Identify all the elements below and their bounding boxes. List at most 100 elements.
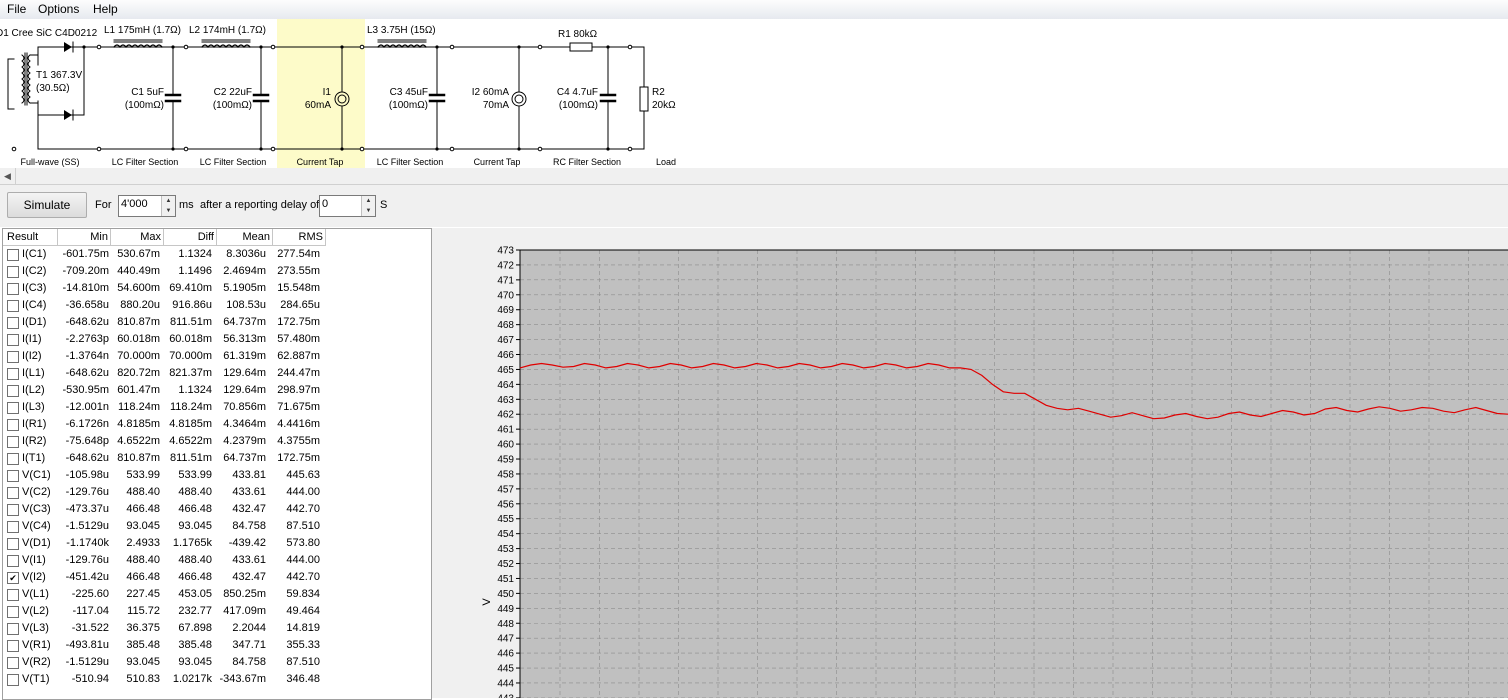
result-checkbox[interactable] — [7, 487, 19, 499]
spin-down-icon[interactable]: ▼ — [362, 206, 375, 216]
delay-stepper[interactable]: ▲ ▼ — [319, 195, 376, 217]
result-checkbox[interactable] — [7, 419, 19, 431]
resistor-r2-icon[interactable] — [639, 86, 649, 112]
result-checkbox[interactable] — [7, 300, 19, 312]
result-checkbox[interactable] — [7, 470, 19, 482]
capacitor-c3-icon[interactable] — [428, 46, 446, 150]
column-header-result[interactable]: Result — [3, 229, 58, 246]
result-diff: 488.40 — [178, 486, 212, 498]
simulate-button[interactable]: Simulate — [7, 192, 87, 218]
result-checkbox[interactable] — [7, 589, 19, 601]
result-checkbox[interactable] — [7, 606, 19, 618]
delay-input[interactable] — [322, 198, 359, 210]
y-tick-label: 456 — [497, 499, 514, 510]
table-row[interactable]: I(R1) -6.1726n 4.8185m 4.8185m 4.3464m 4.4416… — [3, 416, 431, 433]
column-header-diff[interactable]: Diff — [164, 229, 217, 246]
table-row[interactable]: I(L3) -12.001n 118.24m 118.24m 70.856m 71.675… — [3, 399, 431, 416]
result-checkbox[interactable] — [7, 504, 19, 516]
table-row[interactable]: V(C4) -1.5129u 93.045 93.045 84.758 87.510 — [3, 518, 431, 535]
table-row[interactable]: I(L1) -648.62u 820.72m 821.37m 129.64m 244.47… — [3, 365, 431, 382]
result-checkbox[interactable] — [7, 249, 19, 261]
result-min: -1.5129u — [65, 520, 109, 532]
table-row[interactable]: I(C4) -36.658u 880.20u 916.86u 108.53u 284.65… — [3, 297, 431, 314]
table-row[interactable]: V(L1) -225.60 227.45 453.05 850.25m 59.834 — [3, 586, 431, 603]
table-row[interactable]: V(D1) -1.1740k 2.4933 1.1765k -439.42 573.80 — [3, 535, 431, 552]
result-checkbox[interactable] — [7, 317, 19, 329]
resistor-r1-icon[interactable] — [569, 42, 593, 52]
table-row[interactable]: V(L3) -31.522 36.375 67.898 2.2044 14.819 — [3, 620, 431, 637]
menu-help[interactable]: Help — [93, 2, 118, 16]
horizontal-scrollbar[interactable]: ◀ — [0, 168, 1508, 185]
result-checkbox[interactable] — [7, 334, 19, 346]
result-rms: 4.4416m — [277, 418, 320, 430]
circuit-schematic[interactable]: D1 Cree SiC C4D0212 T1 367.3V (30.5Ω) L1… — [0, 19, 1508, 169]
result-checkbox[interactable] — [7, 351, 19, 363]
table-row[interactable]: V(C1) -105.98u 533.99 533.99 433.81 445.63 — [3, 467, 431, 484]
result-checkbox[interactable] — [7, 402, 19, 414]
column-header-mean[interactable]: Mean — [217, 229, 273, 246]
inductor-l2-icon[interactable] — [201, 39, 251, 49]
diode-d1-icon[interactable] — [64, 41, 74, 121]
result-checkbox[interactable] — [7, 657, 19, 669]
result-checkbox[interactable] — [7, 623, 19, 635]
section-label: LC Filter Section — [112, 157, 179, 167]
result-checkbox[interactable] — [7, 538, 19, 550]
table-row[interactable]: I(C1) -601.75m 530.67m 1.1324 8.3036u 277.54m — [3, 246, 431, 263]
duration-input[interactable] — [121, 198, 159, 210]
result-checkbox[interactable] — [7, 453, 19, 465]
section-label: LC Filter Section — [200, 157, 267, 167]
result-checkbox[interactable]: ✔ — [7, 572, 19, 584]
table-row[interactable]: I(T1) -648.62u 810.87m 811.51m 64.737m 172.75… — [3, 450, 431, 467]
table-row[interactable]: I(R2) -75.648p 4.6522m 4.6522m 4.2379m 4.3755… — [3, 433, 431, 450]
table-row[interactable]: I(I2) -1.3764n 70.000m 70.000m 61.319m 62.887… — [3, 348, 431, 365]
result-min: -530.95m — [62, 384, 109, 396]
menu-bar: File Options Help — [0, 0, 1508, 20]
menu-options[interactable]: Options — [38, 2, 79, 16]
table-row[interactable]: V(L2) -117.04 115.72 232.77 417.09m 49.464 — [3, 603, 431, 620]
result-checkbox[interactable] — [7, 521, 19, 533]
duration-spin-buttons[interactable]: ▲ ▼ — [161, 196, 175, 216]
result-checkbox[interactable] — [7, 385, 19, 397]
table-row[interactable]: V(C3) -473.37u 466.48 466.48 432.47 442.70 — [3, 501, 431, 518]
result-checkbox[interactable] — [7, 640, 19, 652]
y-tick-label: 470 — [497, 290, 514, 301]
current-source-i2-icon[interactable] — [511, 46, 527, 150]
r2-label: R2 — [652, 87, 665, 98]
result-mean: 84.758 — [232, 520, 266, 532]
capacitor-c1-icon[interactable] — [164, 46, 182, 150]
result-checkbox[interactable] — [7, 555, 19, 567]
table-row[interactable]: V(R1) -493.81u 385.48 385.48 347.71 355.33 — [3, 637, 431, 654]
result-name: I(R2) — [22, 435, 47, 447]
result-checkbox[interactable] — [7, 283, 19, 295]
result-checkbox[interactable] — [7, 436, 19, 448]
spin-down-icon[interactable]: ▼ — [162, 206, 175, 216]
delay-spin-buttons[interactable]: ▲ ▼ — [361, 196, 375, 216]
capacitor-c4-icon[interactable] — [599, 46, 617, 150]
capacitor-c2-icon[interactable] — [252, 46, 270, 150]
table-row[interactable]: I(C3) -14.810m 54.600m 69.410m 5.1905m 15.548… — [3, 280, 431, 297]
column-header-max[interactable]: Max — [111, 229, 164, 246]
table-row[interactable]: V(T1) -510.94 510.83 1.0217k -343.67m 346.48 — [3, 671, 431, 688]
table-row[interactable]: I(D1) -648.62u 810.87m 811.51m 64.737m 172.75… — [3, 314, 431, 331]
table-row[interactable]: I(I1) -2.2763p 60.018m 60.018m 56.313m 57.480… — [3, 331, 431, 348]
table-row[interactable]: I(C2) -709.20m 440.49m 1.1496 2.4694m 273.55m — [3, 263, 431, 280]
result-name: V(L1) — [22, 588, 49, 600]
column-header-rms[interactable]: RMS — [273, 229, 326, 246]
inductor-l3-icon[interactable] — [377, 39, 427, 49]
column-header-min[interactable]: Min — [58, 229, 111, 246]
inductor-l1-icon[interactable] — [113, 39, 163, 49]
table-row[interactable]: V(R2) -1.5129u 93.045 93.045 84.758 87.510 — [3, 654, 431, 671]
result-max: 2.4933 — [126, 537, 160, 549]
menu-file[interactable]: File — [7, 2, 26, 16]
result-mean: -343.67m — [219, 673, 266, 685]
table-row[interactable]: ✔ V(I2) -451.42u 466.48 466.48 432.47 442.70 — [3, 569, 431, 586]
table-row[interactable]: V(I1) -129.76u 488.40 488.40 433.61 444.00 — [3, 552, 431, 569]
result-checkbox[interactable] — [7, 266, 19, 278]
duration-stepper[interactable]: ▲ ▼ — [118, 195, 176, 217]
result-checkbox[interactable] — [7, 674, 19, 686]
section-label: RC Filter Section — [553, 157, 621, 167]
table-row[interactable]: I(L2) -530.95m 601.47m 1.1324 129.64m 298.97m — [3, 382, 431, 399]
table-row[interactable]: V(C2) -129.76u 488.40 488.40 433.61 444.00 — [3, 484, 431, 501]
result-checkbox[interactable] — [7, 368, 19, 380]
scroll-left-arrow-icon[interactable]: ◀ — [0, 168, 16, 184]
